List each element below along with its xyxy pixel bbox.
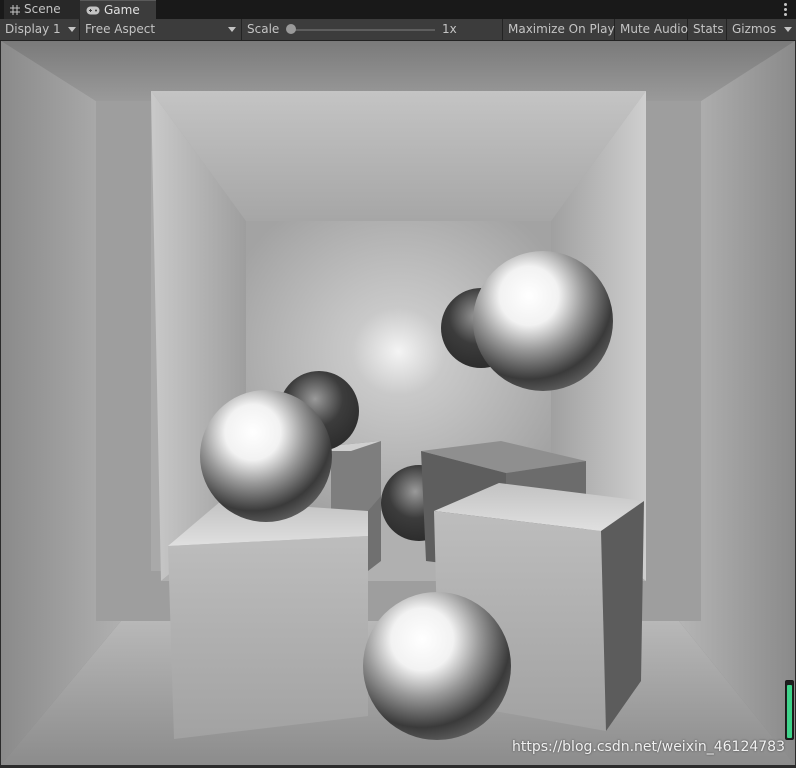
display-dropdown[interactable]: Display 1: [0, 19, 80, 40]
game-viewport[interactable]: https://blog.csdn.net/weixin_46124783: [1, 41, 795, 765]
scale-label: Scale: [247, 22, 280, 36]
chevron-down-icon: [68, 27, 76, 32]
csdn-watermark: https://blog.csdn.net/weixin_46124783: [511, 739, 785, 755]
tab-game-label: Game: [104, 3, 140, 17]
editor-tab-bar: Scene Game: [0, 0, 796, 20]
aspect-dropdown-label: Free Aspect: [85, 22, 156, 36]
tab-scene-label: Scene: [24, 2, 61, 16]
gamepad-icon: [86, 6, 100, 15]
gizmos-dropdown[interactable]: Gizmos: [727, 19, 796, 40]
mute-audio-toggle[interactable]: Mute Audio: [615, 19, 688, 40]
chevron-down-icon: [228, 27, 236, 32]
mute-audio-label: Mute Audio: [620, 22, 688, 36]
audio-level-meter: [785, 680, 794, 740]
game-view-toolbar: Display 1 Free Aspect Scale 1x Maximize …: [0, 19, 796, 41]
stats-label: Stats: [693, 22, 724, 36]
scale-slider-track[interactable]: [292, 29, 435, 31]
scale-value: 1x: [438, 19, 478, 40]
kebab-menu-icon[interactable]: [780, 2, 790, 17]
grid-icon: [10, 4, 20, 15]
rendered-scene: [1, 41, 795, 765]
tab-scene[interactable]: Scene: [4, 0, 84, 19]
stats-toggle[interactable]: Stats: [688, 19, 727, 40]
aspect-dropdown[interactable]: Free Aspect: [80, 19, 242, 40]
maximize-on-play-label: Maximize On Play: [508, 22, 615, 36]
tab-game[interactable]: Game: [80, 0, 156, 20]
gizmos-label: Gizmos: [732, 22, 777, 36]
chevron-down-icon: [784, 27, 792, 32]
scale-value-label: 1x: [442, 22, 457, 36]
maximize-on-play-toggle[interactable]: Maximize On Play: [503, 19, 615, 40]
display-dropdown-label: Display 1: [5, 22, 61, 36]
scale-slider-thumb[interactable]: [286, 24, 296, 34]
audio-level-fill: [787, 684, 792, 738]
